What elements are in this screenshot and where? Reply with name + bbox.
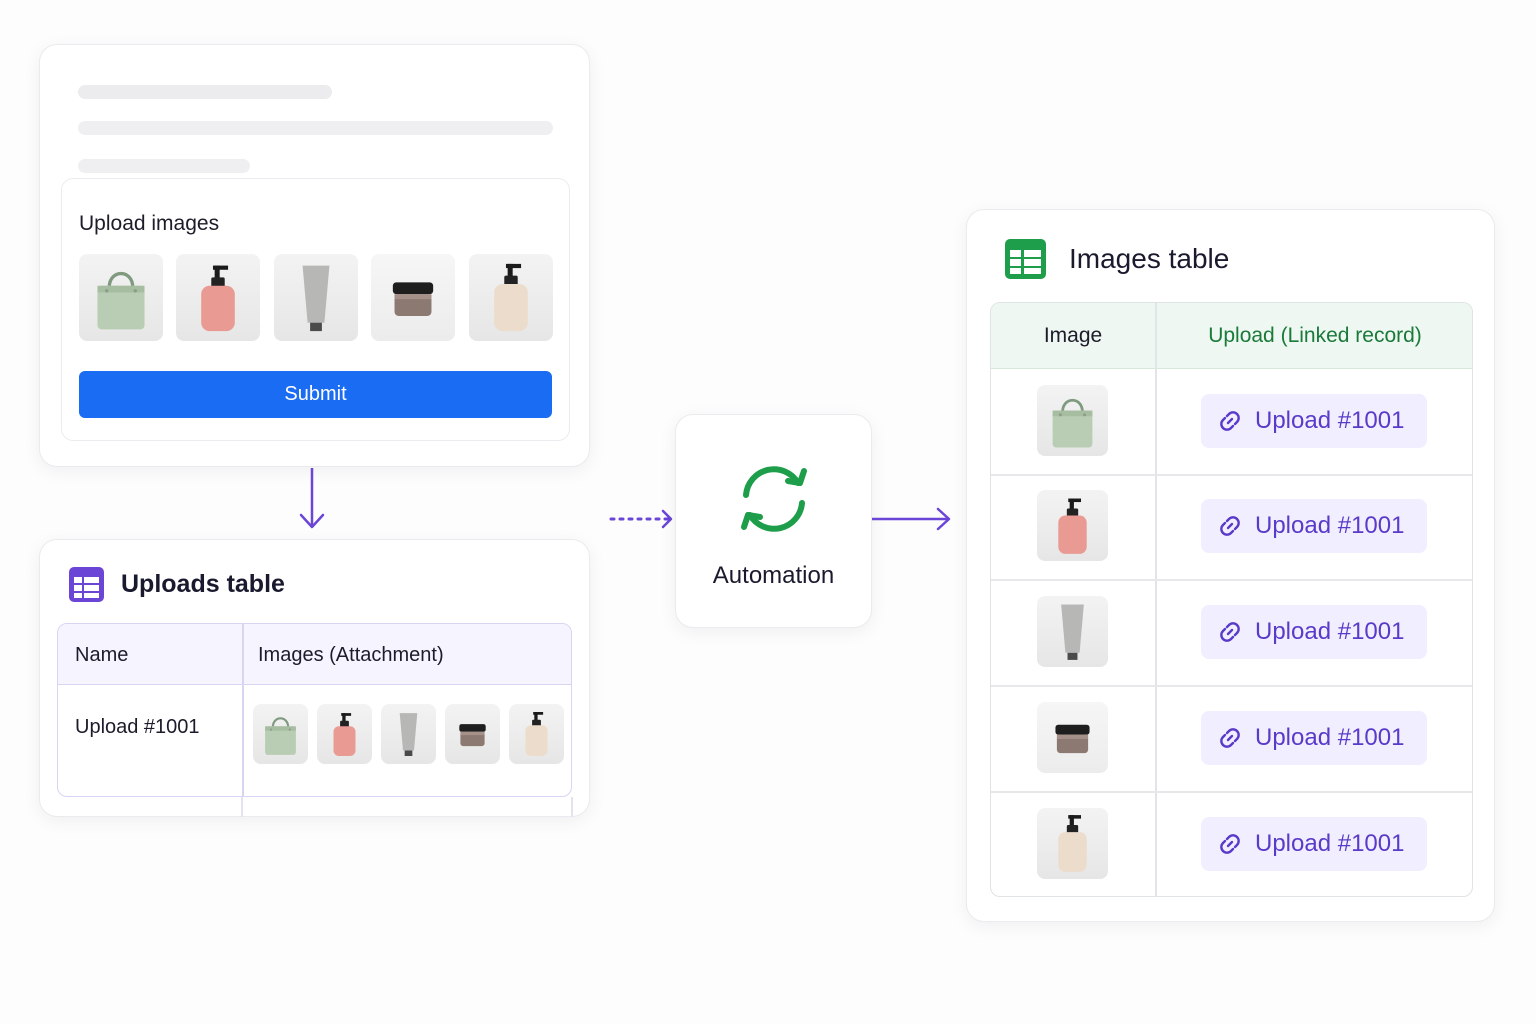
- sync-icon: [741, 466, 807, 532]
- linked-record-label: Upload #1001: [1255, 724, 1405, 751]
- link-icon: [1220, 411, 1240, 431]
- image-cell-jar[interactable]: [1037, 702, 1108, 773]
- image-cell-pink-bottle[interactable]: [1037, 490, 1108, 561]
- attachment-bag[interactable]: [253, 704, 308, 764]
- attachment-cream-bottle[interactable]: [509, 704, 564, 764]
- linked-record-label: Upload #1001: [1255, 512, 1405, 539]
- linked-record-pill[interactable]: Upload #1001: [1201, 711, 1427, 765]
- thumbnail-cream-bottle[interactable]: [469, 254, 553, 341]
- table-icon: [1005, 239, 1046, 279]
- upload-form-card: Upload images Submit: [39, 44, 590, 467]
- arrow-down-icon: [299, 468, 325, 529]
- image-cell-tube[interactable]: [1037, 596, 1108, 667]
- attachment-jar[interactable]: [445, 704, 500, 764]
- linked-record-pill[interactable]: Upload #1001: [1201, 499, 1427, 553]
- image-cell-bag[interactable]: [1037, 385, 1108, 456]
- uploads-table-card: Uploads table Name Images (Attachment) U…: [39, 539, 590, 817]
- column-header-image: Image: [1043, 324, 1103, 347]
- link-icon: [1220, 516, 1240, 536]
- linked-record-pill[interactable]: Upload #1001: [1201, 605, 1427, 659]
- images-table-title: Images table: [1069, 243, 1230, 274]
- skeleton-line: [78, 159, 250, 173]
- table-icon: [69, 567, 104, 602]
- images-table: Image Upload (Linked record) Upload #100…: [990, 302, 1473, 897]
- linked-record-pill[interactable]: Upload #1001: [1201, 817, 1427, 871]
- linked-record-pill[interactable]: Upload #1001: [1201, 394, 1427, 448]
- upload-section: Upload images Submit: [61, 178, 570, 441]
- link-icon: [1220, 622, 1240, 642]
- column-header-upload: Upload (Linked record): [1208, 324, 1422, 347]
- automation-card[interactable]: Automation: [675, 414, 872, 628]
- attachment-tube[interactable]: [381, 704, 436, 764]
- thumbnail-pink-bottle[interactable]: [176, 254, 260, 341]
- uploads-table-title: Uploads table: [121, 570, 285, 598]
- submit-button[interactable]: Submit: [79, 371, 552, 418]
- link-icon: [1220, 728, 1240, 748]
- images-table-card: Images table Image Upload (Linked record…: [966, 209, 1495, 922]
- linked-record-label: Upload #1001: [1255, 407, 1405, 434]
- linked-record-label: Upload #1001: [1255, 618, 1405, 645]
- column-header-name: Name: [75, 644, 129, 666]
- arrow-right-icon: [872, 507, 951, 531]
- thumbnail-tube[interactable]: [274, 254, 358, 341]
- linked-record-label: Upload #1001: [1255, 830, 1405, 857]
- skeleton-line: [78, 85, 332, 99]
- uploads-table: Name Images (Attachment) Upload #1001: [57, 623, 572, 797]
- link-icon: [1220, 834, 1240, 854]
- dotted-arrow-icon: [609, 509, 673, 529]
- column-header-images: Images (Attachment): [258, 644, 444, 666]
- row-name-cell[interactable]: Upload #1001: [75, 716, 200, 739]
- attachment-pink-bottle[interactable]: [317, 704, 372, 764]
- upload-images-label: Upload images: [79, 212, 220, 235]
- automation-label: Automation: [712, 562, 835, 589]
- skeleton-line: [78, 121, 553, 135]
- thumbnail-jar[interactable]: [371, 254, 455, 341]
- thumbnail-bag[interactable]: [79, 254, 163, 341]
- image-cell-cream-bottle[interactable]: [1037, 808, 1108, 879]
